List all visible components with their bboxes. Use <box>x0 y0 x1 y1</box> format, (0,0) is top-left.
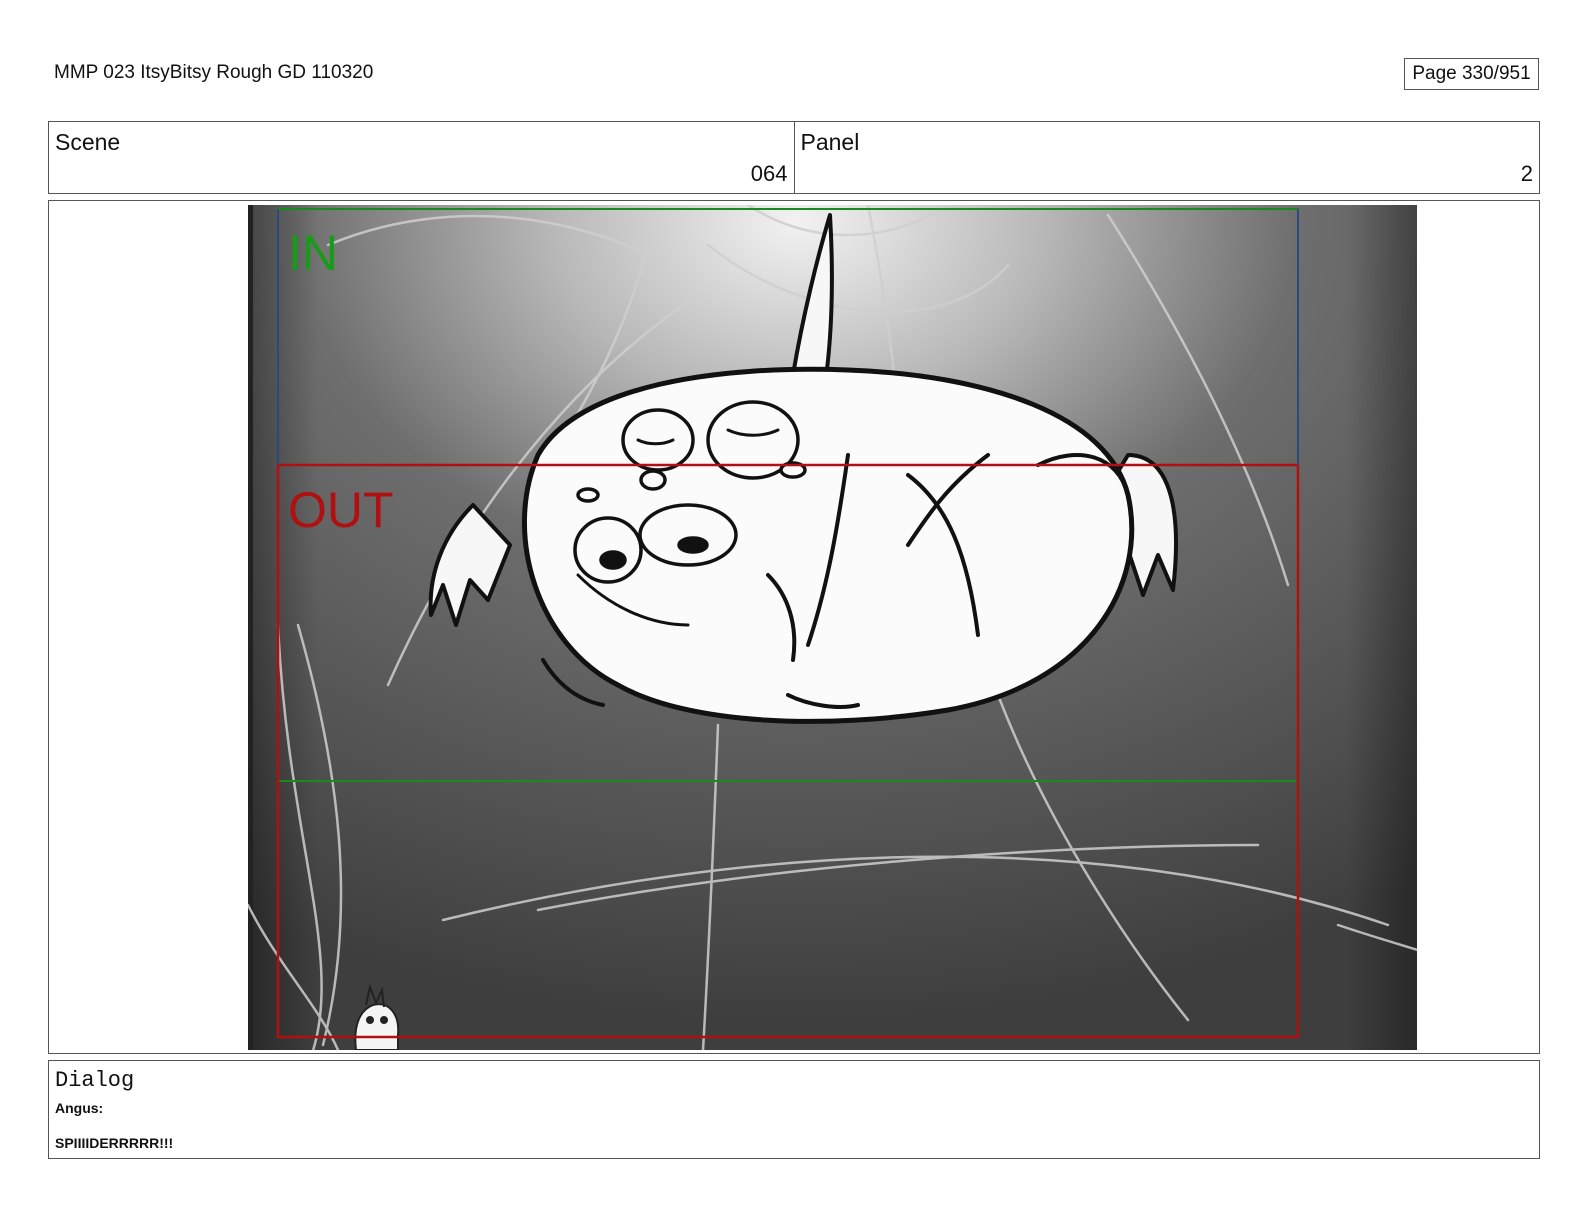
scene-number: 064 <box>750 161 788 186</box>
panel-label: Panel <box>800 129 860 155</box>
dialog-section: Dialog Angus: SPIIIIDERRRRR!!! <box>48 1060 1540 1159</box>
in-marker: IN <box>288 225 338 281</box>
out-marker: OUT <box>288 482 394 538</box>
storyboard-drawing: IN OUT <box>248 205 1417 1050</box>
scene-panel-info-row: Scene 064 Panel 2 <box>48 121 1540 194</box>
panel-number: 2 <box>1520 161 1533 186</box>
page-indicator: Page 330/951 <box>1404 58 1539 90</box>
dialog-line: SPIIIIDERRRRR!!! <box>55 1135 174 1151</box>
scene-cell: Scene 064 <box>49 122 794 193</box>
panel-cell: Panel 2 <box>793 122 1540 193</box>
document-title: MMP 023 ItsyBitsy Rough GD 110320 <box>54 62 374 83</box>
scene-label: Scene <box>55 129 121 155</box>
dialog-speaker: Angus: <box>55 1100 104 1116</box>
storyboard-frame: IN OUT <box>48 200 1540 1054</box>
dialog-heading: Dialog <box>55 1068 135 1093</box>
